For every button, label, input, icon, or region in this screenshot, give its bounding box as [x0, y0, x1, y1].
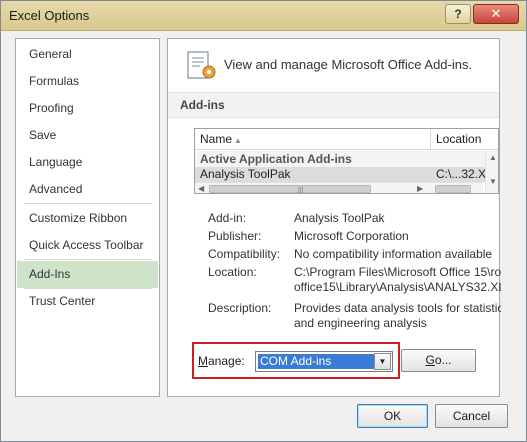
- dialog-body: General Formulas Proofing Save Language …: [7, 32, 521, 437]
- table-row[interactable]: Analysis ToolPak C:\...32.XLL: [195, 167, 498, 182]
- title-bar[interactable]: Excel Options ? ✕: [1, 1, 526, 31]
- scroll-left-icon[interactable]: ◀: [198, 184, 204, 193]
- detail-label-location: Location:: [208, 265, 257, 279]
- add-ins-list[interactable]: Name ▲ Location Active Application Add-in…: [194, 128, 499, 194]
- detail-label-add-in: Add-in:: [208, 211, 247, 225]
- scroll-right-icon[interactable]: ▶: [417, 184, 423, 193]
- sidebar-item-trust-center[interactable]: Trust Center: [17, 288, 158, 315]
- detail-value-description-line2: and engineering analysis: [294, 316, 427, 330]
- detail-value-description: Provides data analysis tools for statist…: [294, 301, 501, 315]
- scroll-thumb[interactable]: [435, 185, 471, 193]
- sidebar-item-formulas[interactable]: Formulas: [17, 68, 158, 95]
- sidebar-divider: [24, 259, 152, 260]
- manage-dropdown-value: COM Add-ins: [258, 354, 374, 369]
- sidebar-nav: General Formulas Proofing Save Language …: [15, 38, 160, 397]
- detail-value-publisher: Microsoft Corporation: [294, 229, 409, 243]
- cancel-button[interactable]: Cancel: [435, 404, 508, 428]
- scroll-up-icon[interactable]: ▲: [489, 153, 497, 162]
- window-title: Excel Options: [9, 8, 90, 23]
- scroll-thumb[interactable]: |||: [209, 185, 371, 193]
- detail-value-location: C:\Program Files\Microsoft Office 15\ro: [294, 265, 501, 279]
- column-header-name[interactable]: Name ▲: [195, 129, 431, 150]
- section-title: Add-ins: [180, 98, 225, 112]
- sidebar-item-add-ins[interactable]: Add-Ins: [17, 261, 158, 288]
- sidebar-item-proofing[interactable]: Proofing: [17, 95, 158, 122]
- close-button[interactable]: ✕: [473, 4, 519, 24]
- sort-up-icon: ▲: [234, 136, 242, 145]
- go-button[interactable]: Go...: [401, 349, 476, 372]
- detail-value-compatibility: No compatibility information available: [294, 247, 493, 261]
- list-group-header: Active Application Add-ins: [195, 151, 498, 167]
- sidebar-item-advanced[interactable]: Advanced: [17, 176, 158, 203]
- detail-label-compatibility: Compatibility:: [208, 247, 281, 261]
- excel-options-dialog: Excel Options ? ✕ General Formulas Proof…: [0, 0, 527, 442]
- chevron-down-icon[interactable]: ▼: [374, 353, 391, 370]
- column-header-location[interactable]: Location: [431, 129, 498, 150]
- manage-label: Manage:: [198, 354, 245, 368]
- detail-value-location-line2: office15\Library\Analysis\ANALYS32.XL: [294, 280, 501, 294]
- manage-highlight-box: Manage: COM Add-ins ▼: [192, 342, 400, 379]
- row-name-cell: Analysis ToolPak: [200, 167, 291, 181]
- sidebar-divider: [24, 203, 152, 204]
- ok-button[interactable]: OK: [357, 404, 428, 428]
- detail-label-description: Description:: [208, 301, 272, 315]
- horizontal-scrollbar-location[interactable]: [425, 182, 483, 193]
- vertical-scrollbar[interactable]: ▲ ▼: [485, 151, 498, 193]
- section-band: Add-ins: [168, 92, 499, 118]
- sidebar-item-save[interactable]: Save: [17, 122, 158, 149]
- manage-dropdown[interactable]: COM Add-ins ▼: [255, 351, 393, 372]
- sidebar-item-general[interactable]: General: [17, 41, 158, 68]
- grip-icon: |||: [298, 187, 304, 194]
- sidebar-item-quick-access-toolbar[interactable]: Quick Access Toolbar: [17, 232, 158, 259]
- panel-header-text: View and manage Microsoft Office Add-ins…: [224, 57, 473, 72]
- help-button[interactable]: ?: [445, 4, 471, 24]
- sidebar-item-customize-ribbon[interactable]: Customize Ribbon: [17, 205, 158, 232]
- detail-label-publisher: Publisher:: [208, 229, 262, 243]
- add-ins-gear-icon: [187, 51, 216, 79]
- scroll-down-icon[interactable]: ▼: [489, 177, 497, 186]
- sidebar-item-language[interactable]: Language: [17, 149, 158, 176]
- add-ins-panel: View and manage Microsoft Office Add-ins…: [167, 38, 501, 397]
- detail-value-add-in: Analysis ToolPak: [294, 211, 385, 225]
